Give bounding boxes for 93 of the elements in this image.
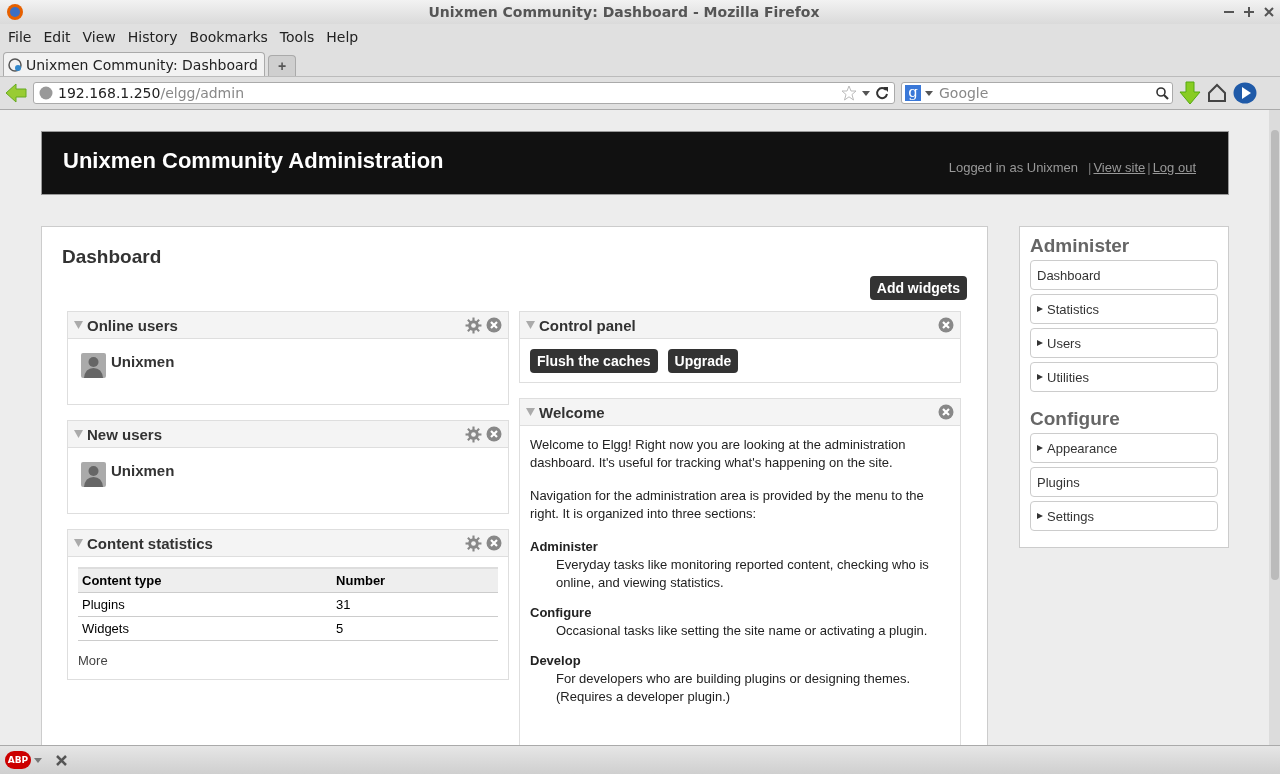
search-field[interactable]: g Google bbox=[901, 82, 1173, 104]
collapse-icon[interactable] bbox=[74, 430, 83, 438]
address-field[interactable]: 192.168.1.250/elgg/admin bbox=[33, 82, 895, 104]
home-icon[interactable] bbox=[1207, 83, 1227, 103]
expand-icon[interactable] bbox=[1037, 306, 1043, 312]
collapse-icon[interactable] bbox=[526, 321, 535, 329]
maximize-icon[interactable] bbox=[1244, 7, 1254, 17]
bookmark-star-icon[interactable] bbox=[841, 85, 857, 101]
table-cell: 5 bbox=[332, 616, 498, 641]
close-icon[interactable] bbox=[938, 404, 954, 420]
menu-item[interactable]: Bookmarks bbox=[184, 29, 273, 45]
dropdown-icon[interactable] bbox=[862, 90, 870, 96]
sidebar-item[interactable]: Users bbox=[1030, 328, 1218, 358]
back-arrow-icon[interactable] bbox=[5, 83, 27, 103]
sidebar-item[interactable]: Plugins bbox=[1030, 467, 1218, 497]
column-header: Content type bbox=[78, 568, 333, 593]
menu-item[interactable]: Help bbox=[321, 29, 364, 45]
sidebar-item[interactable]: Appearance bbox=[1030, 433, 1218, 463]
user-name[interactable]: Unixmen bbox=[111, 353, 175, 370]
section-description: Everyday tasks like monitoring reported content, checking who is online, and viewing statistics. bbox=[556, 556, 930, 592]
action-button[interactable]: Upgrade bbox=[667, 349, 739, 373]
adblock-icon[interactable]: ABP bbox=[5, 751, 31, 769]
close-icon[interactable] bbox=[486, 317, 502, 333]
avatar-icon bbox=[81, 353, 106, 378]
dropdown-icon[interactable] bbox=[925, 90, 933, 96]
expand-icon[interactable] bbox=[1037, 513, 1043, 519]
table-cell: 31 bbox=[332, 592, 498, 617]
site-title[interactable]: Unixmen Community Administration bbox=[63, 148, 941, 174]
sidebar-item[interactable]: Utilities bbox=[1030, 362, 1218, 392]
sidebar-heading: Administer bbox=[1030, 235, 1131, 257]
widget-title: Online users bbox=[87, 316, 179, 334]
welcome-paragraph: Welcome to Elgg! Right now you are looking at the administration dashboard. It's useful for tracking what's happening on the site. bbox=[530, 436, 907, 472]
expand-icon[interactable] bbox=[1037, 374, 1043, 380]
download-arrow-icon[interactable] bbox=[1179, 81, 1201, 105]
browser-tab[interactable]: Unixmen Community: Dashboard bbox=[3, 52, 265, 76]
collapse-icon[interactable] bbox=[74, 321, 83, 329]
collapse-icon[interactable] bbox=[74, 539, 83, 547]
menu-item[interactable]: History bbox=[122, 29, 183, 45]
table-cell: Plugins bbox=[78, 592, 333, 617]
sidebar-item[interactable]: Dashboard bbox=[1030, 260, 1218, 290]
settings-icon[interactable] bbox=[465, 316, 482, 334]
new-tab-button[interactable]: + bbox=[268, 55, 296, 76]
close-icon[interactable] bbox=[1264, 7, 1274, 17]
menu-item[interactable]: View bbox=[77, 29, 121, 45]
collapse-icon[interactable] bbox=[526, 408, 535, 416]
menu-item[interactable]: Edit bbox=[38, 29, 76, 45]
window-title: Unixmen Community: Dashboard - Mozilla Firefox bbox=[427, 4, 821, 20]
separator: | bbox=[1147, 159, 1151, 175]
separator: | bbox=[1088, 159, 1092, 175]
url-text: 192.168.1.250/elgg/admin bbox=[58, 85, 244, 101]
section-term: Develop bbox=[530, 652, 582, 670]
action-button[interactable]: Flush the caches bbox=[530, 349, 658, 373]
scrollbar[interactable] bbox=[1269, 110, 1280, 745]
browser-logo-icon bbox=[6, 3, 24, 21]
page-icon bbox=[8, 57, 22, 72]
expand-icon[interactable] bbox=[1037, 445, 1043, 451]
widget-title: Content statistics bbox=[87, 534, 214, 552]
menu-item[interactable]: File bbox=[3, 29, 37, 45]
section-term: Administer bbox=[530, 538, 599, 556]
sidebar-item[interactable]: Settings bbox=[1030, 501, 1218, 531]
section-description: Occasional tasks like setting the site name or activating a plugin. bbox=[556, 622, 929, 640]
page-heading: Dashboard bbox=[62, 246, 163, 268]
widget-title: Control panel bbox=[539, 316, 637, 334]
close-icon[interactable] bbox=[486, 426, 502, 442]
close-icon[interactable] bbox=[938, 317, 954, 333]
section-description: For developers who are building plugins or designing themes. (Requires a developer plugin.) bbox=[556, 670, 912, 706]
logged-in-text: Logged in as Unixmen bbox=[948, 159, 1079, 175]
search-engine-icon[interactable]: g bbox=[905, 85, 921, 101]
welcome-paragraph: Navigation for the administration area is provided by the menu to the right. It is organized into three sections: bbox=[530, 487, 925, 523]
section-term: Configure bbox=[530, 604, 593, 622]
menu-item[interactable]: Tools bbox=[274, 29, 320, 45]
header-link[interactable]: Log out bbox=[1152, 159, 1196, 175]
user-name[interactable]: Unixmen bbox=[111, 462, 175, 479]
globe-icon bbox=[39, 86, 53, 100]
table-cell: Widgets bbox=[78, 616, 333, 641]
settings-icon[interactable] bbox=[465, 425, 482, 443]
add-widgets-button[interactable]: Add widgets bbox=[869, 276, 967, 300]
play-button-icon[interactable] bbox=[1233, 82, 1257, 104]
sidebar-heading: Configure bbox=[1030, 408, 1121, 430]
column-header: Number bbox=[332, 568, 498, 593]
sidebar-item[interactable]: Statistics bbox=[1030, 294, 1218, 324]
settings-icon[interactable] bbox=[465, 534, 482, 552]
reload-icon[interactable] bbox=[875, 86, 889, 100]
close-icon[interactable] bbox=[56, 754, 67, 766]
avatar-icon bbox=[81, 462, 106, 487]
expand-icon[interactable] bbox=[1037, 340, 1043, 346]
search-icon[interactable] bbox=[1156, 86, 1169, 100]
dropdown-icon[interactable] bbox=[34, 757, 42, 763]
header-link[interactable]: View site bbox=[1093, 159, 1146, 175]
close-icon[interactable] bbox=[486, 535, 502, 551]
more-link[interactable]: More bbox=[78, 653, 108, 668]
widget-title: New users bbox=[87, 425, 164, 443]
widget-title: Welcome bbox=[539, 403, 606, 421]
